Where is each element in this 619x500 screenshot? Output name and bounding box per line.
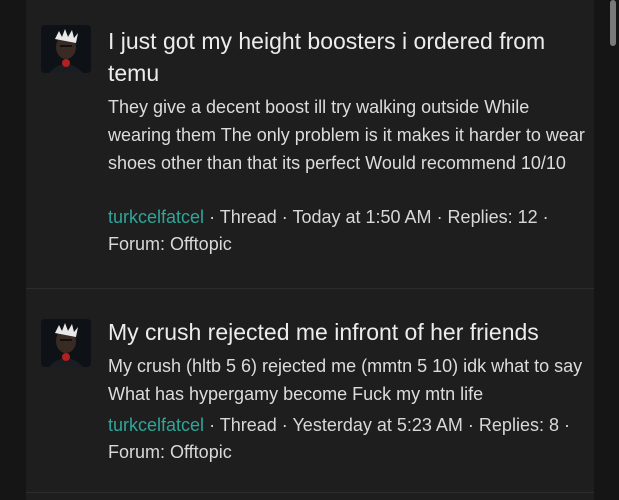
result-divider [26, 288, 594, 289]
author-link[interactable]: turkcelfatcel [108, 415, 204, 435]
author-link[interactable]: turkcelfatcel [108, 207, 204, 227]
thread-meta: turkcelfatcel · Thread · Today at 1:50 A… [108, 204, 588, 258]
thread-type: · Thread [209, 207, 277, 227]
user-avatar-icon[interactable] [41, 319, 91, 367]
thread-meta: turkcelfatcel · Thread · Yesterday at 5:… [108, 412, 588, 466]
thread-title-link[interactable]: I just got my height boosters i ordered … [108, 25, 588, 89]
thread-date[interactable]: · Yesterday at 5:23 AM · [282, 415, 474, 435]
thread-replies: · Replies: 12 [436, 207, 538, 227]
thread-snippet: My crush (hltb 5 6) rejected me (mmtn 5 … [108, 356, 583, 404]
user-avatar-icon[interactable] [41, 25, 91, 73]
thread-title-link[interactable]: My crush rejected me infront of her frie… [108, 316, 588, 348]
thread-snippet: They give a decent boost ill try walking… [108, 97, 585, 173]
thread-replies: Replies: 8 [478, 415, 559, 435]
scrollbar[interactable] [605, 0, 619, 500]
thread-type: · Thread [209, 415, 277, 435]
result-divider [26, 492, 594, 493]
thread-date[interactable]: · Today at 1:50 AM [282, 207, 432, 227]
scrollbar-thumb[interactable] [610, 0, 616, 46]
